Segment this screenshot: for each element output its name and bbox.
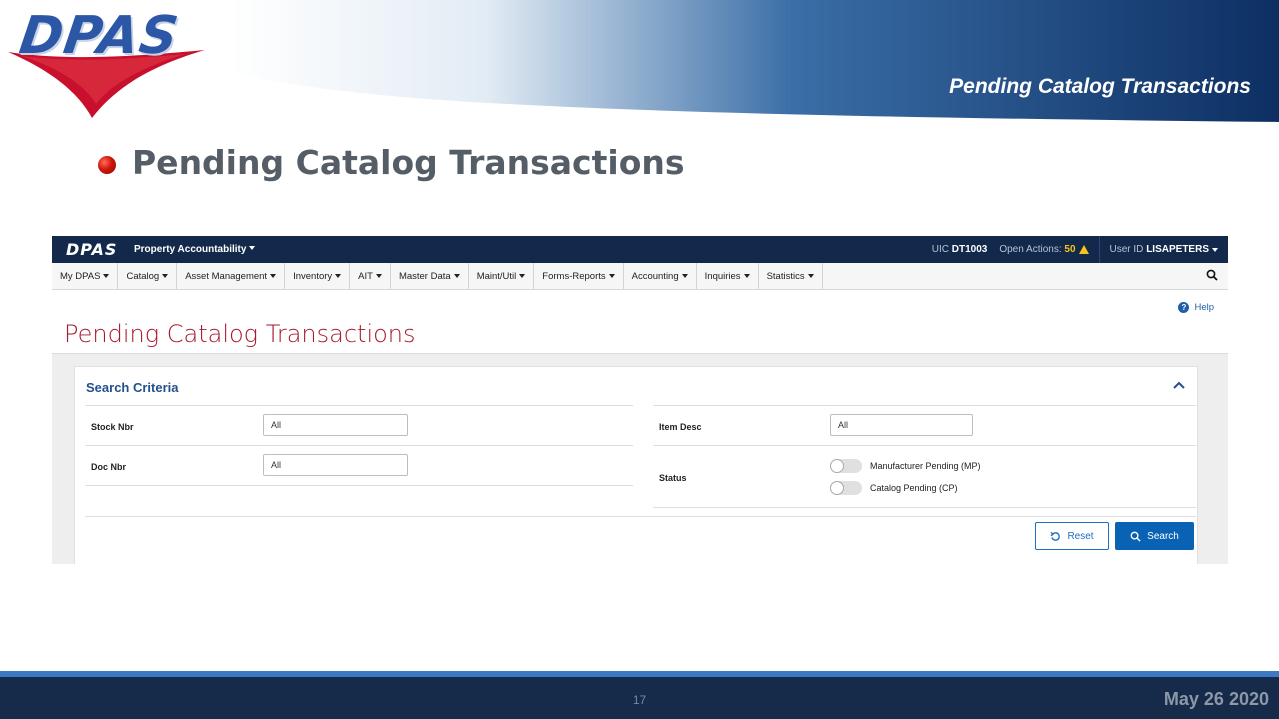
nav-item-label: Statistics [766, 270, 805, 282]
reset-button[interactable]: Reset [1035, 522, 1109, 550]
chevron-up-icon[interactable] [1173, 381, 1185, 389]
bullet-dot-icon [98, 156, 116, 174]
divider [653, 507, 1196, 508]
item-desc-input[interactable] [830, 414, 973, 436]
nav-item-label: Accounting [631, 270, 679, 282]
chevron-down-icon [270, 274, 277, 278]
doc-nbr-label: Doc Nbr [91, 462, 127, 472]
nav-item-label: My DPAS [60, 270, 101, 282]
module-label: Property Accountability [134, 244, 247, 255]
slide-bullet-title: Pending Catalog Transactions [132, 143, 685, 182]
dpas-logo: DPAS [15, 6, 183, 66]
app-topbar: DPAS Property Accountability UIC DT1003 … [52, 236, 1228, 263]
panel-title: Search Criteria [86, 380, 179, 395]
chevron-down-icon [743, 274, 750, 278]
divider [653, 405, 1196, 406]
help-link[interactable]: ? Help [1178, 302, 1214, 313]
user-menu[interactable]: User ID LISAPETERS [1110, 244, 1218, 255]
search-label: Search [1147, 530, 1179, 542]
divider [85, 445, 633, 446]
search-button[interactable]: Search [1115, 522, 1194, 550]
status-toggle-mp[interactable]: Manufacturer Pending (MP) [830, 459, 981, 473]
nav-item-label: Master Data [398, 270, 451, 282]
doc-nbr-input[interactable] [263, 454, 408, 476]
search-icon [1130, 531, 1141, 542]
open-actions-label: Open Actions: [999, 244, 1062, 255]
nav-item-ait[interactable]: AIT [350, 263, 391, 289]
nav-item-inventory[interactable]: Inventory [285, 263, 351, 289]
nav-item-statistics[interactable]: Statistics [759, 263, 823, 289]
status-toggle-cp[interactable]: Catalog Pending (CP) [830, 481, 958, 495]
divider [85, 405, 633, 406]
nav-item-label: Inventory [293, 270, 333, 282]
uic-value: DT1003 [951, 244, 988, 255]
module-dropdown[interactable]: Property Accountability [134, 244, 256, 255]
chevron-down-icon [807, 274, 814, 278]
divider [85, 516, 1196, 517]
status-label: Status [659, 473, 687, 483]
search-icon[interactable] [1206, 269, 1218, 281]
stock-nbr-input[interactable] [263, 414, 408, 436]
toggle-switch[interactable] [830, 481, 862, 495]
slide-header-title: Pending Catalog Transactions [949, 75, 1251, 98]
divider [85, 485, 633, 486]
search-criteria-panel: Search Criteria Stock Nbr Doc Nbr Item D… [74, 366, 1198, 564]
status-option-label: Manufacturer Pending (MP) [870, 461, 981, 471]
open-actions-link[interactable]: Open Actions: 50 [999, 244, 1089, 255]
footer-date: May 26 2020 [1163, 689, 1269, 709]
page-number: 17 [632, 693, 647, 707]
nav-item-label: Catalog [126, 270, 160, 282]
uic-label: UIC [931, 244, 949, 255]
toggle-switch[interactable] [830, 459, 862, 473]
topbar-divider [1098, 236, 1100, 263]
nav-item-label: AIT [358, 270, 373, 282]
slide-footer: 17 May 26 2020 [0, 671, 1279, 719]
content-area: Search Criteria Stock Nbr Doc Nbr Item D… [52, 353, 1228, 564]
app-screenshot: DPAS Property Accountability UIC DT1003 … [52, 236, 1228, 564]
chevron-down-icon [519, 274, 526, 278]
chevron-down-icon [1212, 247, 1218, 252]
chevron-down-icon [162, 274, 169, 278]
chevron-down-icon [103, 274, 110, 278]
help-label: Help [1194, 302, 1214, 313]
nav-item-catalog[interactable]: Catalog [118, 263, 178, 289]
stock-nbr-label: Stock Nbr [91, 422, 134, 432]
nav-item-inquiries[interactable]: Inquiries [697, 263, 759, 289]
topbar-status: UIC DT1003 Open Actions: 50 User ID LISA… [932, 236, 1228, 263]
nav-item-forms-reports[interactable]: Forms-Reports [534, 263, 624, 289]
nav-item-label: Forms-Reports [542, 270, 606, 282]
status-option-label: Catalog Pending (CP) [870, 483, 958, 493]
user-id-label: User ID [1109, 244, 1144, 255]
nav-item-label: Asset Management [185, 270, 268, 282]
chevron-down-icon [453, 274, 460, 278]
chevron-down-icon [375, 274, 382, 278]
nav-item-label: Maint/Util [476, 270, 517, 282]
nav-item-asset-management[interactable]: Asset Management [177, 263, 286, 289]
nav-item-my-dpas[interactable]: My DPAS [52, 263, 119, 289]
chevron-down-icon [249, 246, 256, 250]
chevron-down-icon [608, 274, 615, 278]
nav-item-label: Inquiries [704, 270, 741, 282]
undo-icon [1050, 531, 1061, 541]
item-desc-label: Item Desc [659, 422, 702, 432]
user-id-value: LISAPETERS [1146, 244, 1209, 255]
toggle-knob [830, 481, 844, 495]
main-nav: My DPAS Catalog Asset Management Inventory A… [52, 263, 1228, 290]
nav-item-maint-util[interactable]: Maint/Util [469, 263, 535, 289]
help-icon: ? [1178, 302, 1190, 313]
chevron-down-icon [335, 274, 342, 278]
reset-label: Reset [1067, 530, 1094, 542]
open-actions-count: 50 [1064, 244, 1076, 255]
warning-icon [1078, 245, 1089, 254]
chevron-down-icon [681, 274, 688, 278]
page-title: Pending Catalog Transactions [64, 320, 416, 348]
nav-item-master-data[interactable]: Master Data [391, 263, 469, 289]
app-logo[interactable]: DPAS [66, 240, 117, 259]
slide-header: DPAS Pending Catalog Transactions [0, 0, 1279, 125]
nav-item-accounting[interactable]: Accounting [624, 263, 697, 289]
divider [653, 445, 1196, 446]
toggle-knob [830, 459, 844, 473]
